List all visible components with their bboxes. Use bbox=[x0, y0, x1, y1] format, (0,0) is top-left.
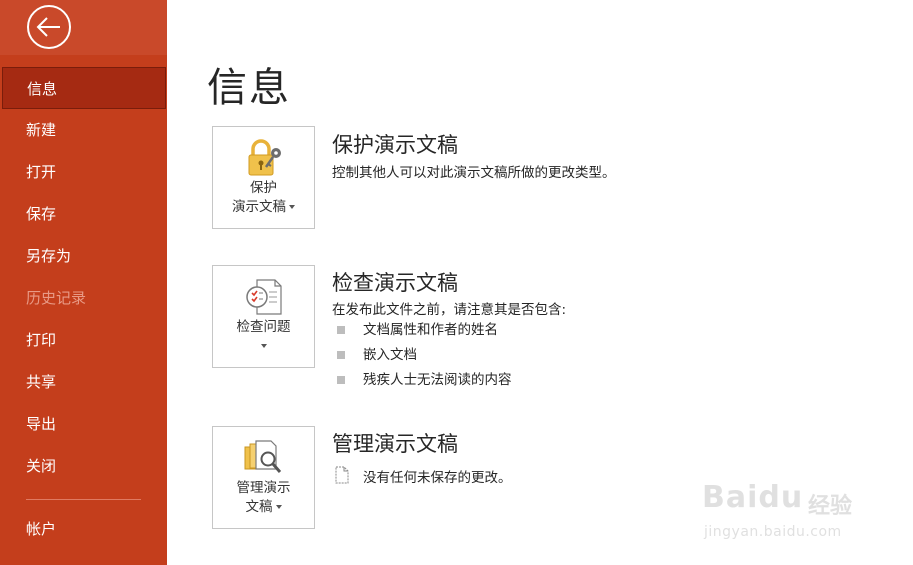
card-label-line2 bbox=[213, 337, 314, 356]
page-title: 信息 bbox=[207, 65, 291, 111]
nav-label: 信息 bbox=[27, 80, 58, 98]
nav-label: 帐户 bbox=[26, 520, 57, 538]
bullet-icon bbox=[337, 351, 345, 359]
protect-section-title: 保护演示文稿 bbox=[332, 133, 458, 157]
back-button[interactable] bbox=[26, 4, 72, 50]
nav-label: 共享 bbox=[26, 373, 57, 391]
dropdown-caret-icon bbox=[289, 205, 295, 209]
nav-account[interactable]: 帐户 bbox=[0, 508, 167, 550]
nav-label: 保存 bbox=[26, 205, 57, 223]
protect-presentation-button[interactable]: 保护 演示文稿 bbox=[212, 126, 315, 229]
nav-print[interactable]: 打印 bbox=[0, 319, 167, 361]
card-label-line1: 检查问题 bbox=[236, 319, 291, 335]
baidu-watermark: Baidu 经验 jingyan.baidu.com bbox=[700, 466, 900, 546]
nav-open[interactable]: 打开 bbox=[0, 151, 167, 193]
watermark-url: jingyan.baidu.com bbox=[704, 524, 842, 540]
nav-label: 导出 bbox=[26, 415, 57, 433]
card-label-line2: 文稿 bbox=[213, 498, 314, 517]
card-label-text: 演示文稿 bbox=[232, 199, 286, 215]
card-label-line1: 保护 bbox=[250, 180, 277, 196]
nav-label: 新建 bbox=[26, 121, 57, 139]
nav-label: 另存为 bbox=[26, 247, 72, 265]
dropdown-caret-icon bbox=[260, 344, 267, 348]
back-arrow-icon bbox=[27, 5, 71, 49]
document-icon bbox=[335, 466, 349, 484]
nav-label: 打开 bbox=[26, 163, 57, 181]
backstage-sidebar: 信息 新建 打开 保存 另存为 历史记录 打印 共享 导出 关闭 帐户 bbox=[0, 0, 167, 565]
watermark-suffix: 经验 bbox=[808, 494, 853, 519]
inspect-section-description: 在发布此文件之前，请注意其是否包含: bbox=[332, 302, 567, 318]
nav-save[interactable]: 保存 bbox=[0, 193, 167, 235]
card-label-text: 文稿 bbox=[245, 499, 273, 515]
nav-divider bbox=[26, 499, 141, 500]
bullet-icon bbox=[337, 376, 345, 384]
nav-save-as[interactable]: 另存为 bbox=[0, 235, 167, 277]
inspect-section-title: 检查演示文稿 bbox=[332, 271, 458, 295]
lock-key-icon bbox=[248, 139, 281, 176]
card-label-line1: 管理演示 bbox=[236, 480, 291, 496]
dropdown-caret-icon bbox=[275, 505, 282, 509]
inspect-document-icon bbox=[246, 279, 282, 315]
card-label-line2: 演示文稿 bbox=[213, 198, 314, 217]
manage-section-description: 没有任何未保存的更改。 bbox=[363, 470, 512, 486]
nav-history: 历史记录 bbox=[0, 277, 167, 319]
nav-export[interactable]: 导出 bbox=[0, 403, 167, 445]
bullet-icon bbox=[337, 326, 345, 334]
bullet-text: 残疾人士无法阅读的内容 bbox=[363, 372, 512, 388]
nav-share[interactable]: 共享 bbox=[0, 361, 167, 403]
manage-section-title: 管理演示文稿 bbox=[332, 432, 458, 456]
protect-section-description: 控制其他人可以对此演示文稿所做的更改类型。 bbox=[332, 165, 616, 181]
manage-presentation-button[interactable]: 管理演示 文稿 bbox=[212, 426, 315, 529]
check-for-issues-button[interactable]: 检查问题 bbox=[212, 265, 315, 368]
bullet-text: 嵌入文档 bbox=[363, 347, 417, 363]
watermark-brand: Baidu bbox=[702, 480, 804, 515]
nav-label: 关闭 bbox=[26, 457, 57, 475]
nav-close[interactable]: 关闭 bbox=[0, 445, 167, 487]
nav-label: 打印 bbox=[26, 331, 57, 349]
nav-new[interactable]: 新建 bbox=[0, 109, 167, 151]
nav-info[interactable]: 信息 bbox=[2, 67, 166, 109]
nav-label: 历史记录 bbox=[26, 289, 87, 307]
back-area bbox=[0, 0, 167, 55]
manage-versions-icon bbox=[244, 440, 282, 473]
bullet-text: 文档属性和作者的姓名 bbox=[363, 322, 498, 338]
